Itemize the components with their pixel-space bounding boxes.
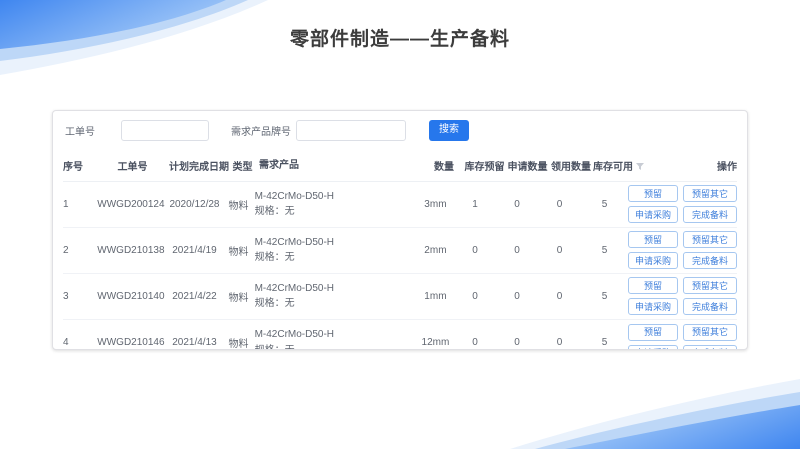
cell-used: 0 [538,291,581,302]
table-row: 3 WWGD210140 2021/4/22 物料 M-42CrMo-D50-H… [63,274,737,320]
cell-seq: 2 [63,245,95,256]
cell-applied: 0 [496,199,538,210]
header-type: 类型 [226,158,259,173]
cell-type: 物料 [222,243,254,258]
header-applied: 申请数量 [506,158,549,173]
page: 零部件制造——生产备料 工单号 需求产品牌号 搜索 序号 工单号 计划完成日期 … [0,0,800,449]
cell-product: M-42CrMo-D50-H规格：无 [255,281,417,312]
reserve-button[interactable]: 预留 [628,231,678,248]
reserve-other-button[interactable]: 预留其它 [683,185,737,202]
order-no-input[interactable] [121,120,209,141]
cell-product: M-42CrMo-D50-H规格：无 [255,235,417,266]
search-button[interactable]: 搜索 [429,120,469,141]
cell-seq: 3 [63,291,95,302]
cell-available: 5 [581,199,628,210]
row-actions: 预留 预留其它 申请采购 完成备料 [628,185,737,223]
header-seq: 序号 [63,158,96,173]
cell-product: M-42CrMo-D50-H规格：无 [255,189,417,220]
reserve-other-button[interactable]: 预留其它 [683,324,737,341]
cell-seq: 1 [63,199,95,210]
apply-purchase-button[interactable]: 申请采购 [628,298,678,315]
cell-used: 0 [538,245,581,256]
reserve-other-button[interactable]: 预留其它 [683,277,737,294]
product-grade-input[interactable] [296,120,406,141]
row-actions: 预留 预留其它 申请采购 完成备料 [628,231,737,269]
cell-reserved: 0 [454,291,496,302]
complete-prep-button[interactable]: 完成备料 [683,345,737,351]
table-header-row: 序号 工单号 计划完成日期 类型 需求产品 数量 库存预留 申请数量 领用数量 … [63,152,737,182]
cell-applied: 0 [496,291,538,302]
cell-plan-date: 2021/4/19 [167,245,223,256]
complete-prep-button[interactable]: 完成备料 [683,298,737,315]
complete-prep-button[interactable]: 完成备料 [683,252,737,269]
reserve-other-button[interactable]: 预留其它 [683,231,737,248]
cell-reserved: 0 [454,337,496,348]
reserve-button[interactable]: 预留 [628,185,678,202]
cell-reserved: 0 [454,245,496,256]
reserve-button[interactable]: 预留 [628,277,678,294]
header-available: 库存可用 [593,158,641,173]
reserve-button[interactable]: 预留 [628,324,678,341]
cell-product: M-42CrMo-D50-H规格：无 [255,327,417,350]
cell-available: 5 [581,291,628,302]
cell-type: 物料 [222,289,254,304]
cell-order-no: WWGD210138 [95,245,166,256]
cell-plan-date: 2021/4/22 [167,291,223,302]
cell-used: 0 [538,337,581,348]
header-used: 领用数量 [549,158,593,173]
cell-qty: 3mm [417,199,454,210]
cell-applied: 0 [496,337,538,348]
search-bar: 工单号 需求产品牌号 搜索 [63,118,737,142]
cell-order-no: WWGD210146 [95,337,166,348]
bottom-right-wave-decoration [510,379,800,449]
material-prep-panel: 工单号 需求产品牌号 搜索 序号 工单号 计划完成日期 类型 需求产品 数量 库… [52,110,748,350]
cell-order-no: WWGD200124 [95,199,166,210]
cell-order-no: WWGD210140 [95,291,166,302]
cell-reserved: 1 [454,199,496,210]
cell-used: 0 [538,199,581,210]
header-action: 操作 [641,158,737,173]
cell-plan-date: 2020/12/28 [167,199,223,210]
cell-applied: 0 [496,245,538,256]
row-actions: 预留 预留其它 申请采购 完成备料 [628,324,737,351]
cell-qty: 1mm [417,291,454,302]
row-actions: 预留 预留其它 申请采购 完成备料 [628,277,737,315]
cell-qty: 12mm [417,337,454,348]
header-plan-date: 计划完成日期 [169,158,226,173]
table-row: 2 WWGD210138 2021/4/19 物料 M-42CrMo-D50-H… [63,228,737,274]
cell-available: 5 [581,337,628,348]
table-row: 1 WWGD200124 2020/12/28 物料 M-42CrMo-D50-… [63,182,737,228]
apply-purchase-button[interactable]: 申请采购 [628,252,678,269]
cell-type: 物料 [222,335,254,350]
apply-purchase-button[interactable]: 申请采购 [628,206,678,223]
header-reserved: 库存预留 [463,158,506,173]
header-qty: 数量 [425,158,463,173]
page-title: 零部件制造——生产备料 [0,24,800,51]
table-row: 4 WWGD210146 2021/4/13 物料 M-42CrMo-D50-H… [63,320,737,351]
cell-available: 5 [581,245,628,256]
cell-plan-date: 2021/4/13 [167,337,223,348]
cell-qty: 2mm [417,245,454,256]
apply-purchase-button[interactable]: 申请采购 [628,345,678,351]
header-product: 需求产品 [259,158,425,174]
header-order-no: 工单号 [96,158,169,173]
cell-seq: 4 [63,337,95,348]
product-grade-label: 需求产品牌号 [231,123,291,138]
complete-prep-button[interactable]: 完成备料 [683,206,737,223]
cell-type: 物料 [222,197,254,212]
order-no-label: 工单号 [65,123,95,138]
